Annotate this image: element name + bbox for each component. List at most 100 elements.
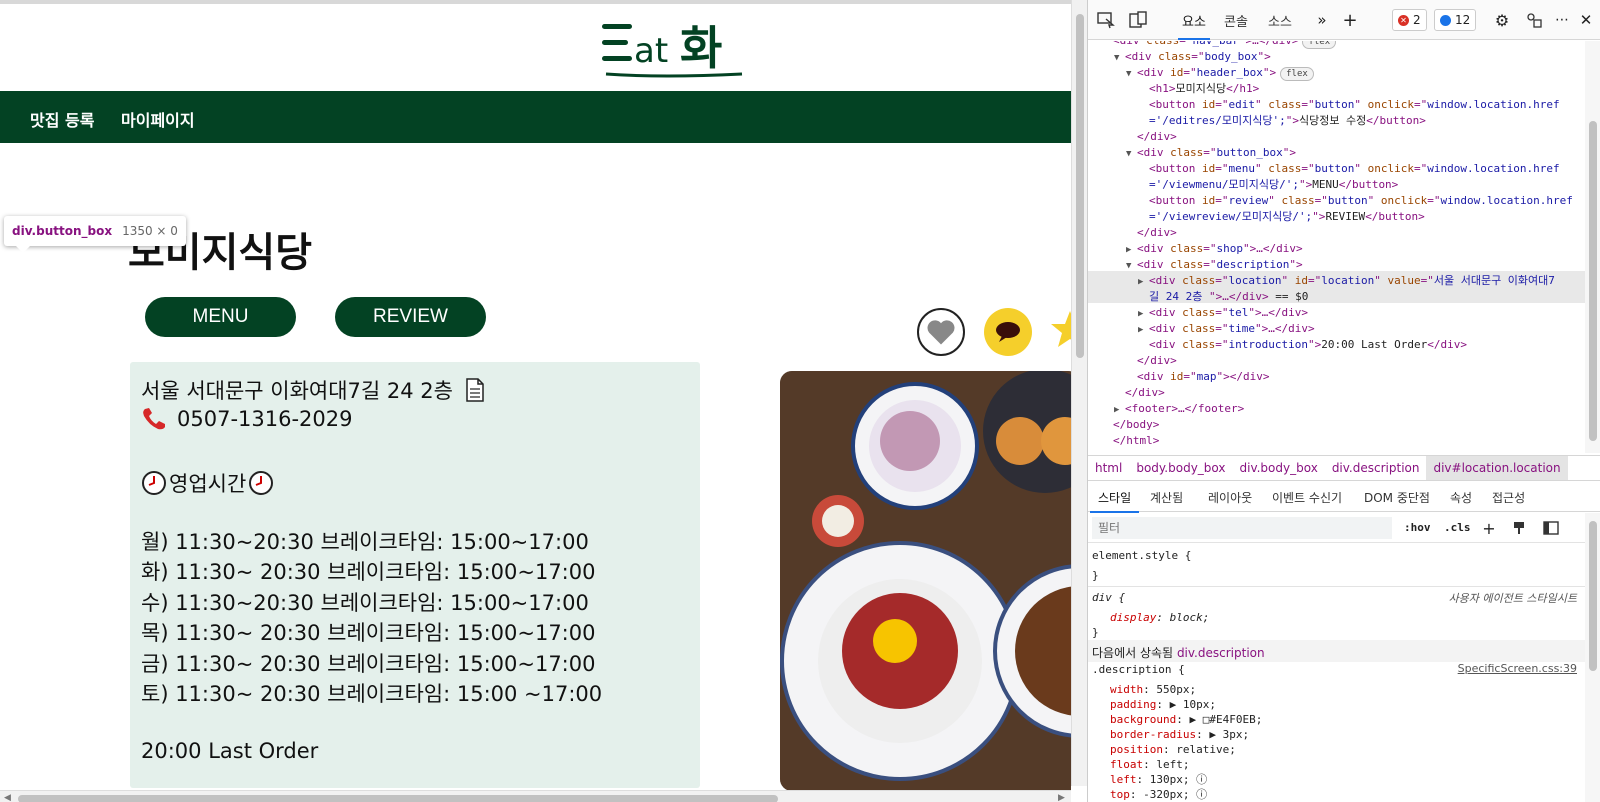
page-vertical-scroll-thumb[interactable] <box>1076 14 1084 358</box>
customize-icon[interactable] <box>1524 10 1544 30</box>
css-property-row[interactable]: top: -320px; ⓘ <box>1110 787 1207 802</box>
css-property-row[interactable]: padding: ▶ 10px; <box>1110 697 1216 712</box>
tab-properties[interactable]: 속성 <box>1450 489 1472 506</box>
dom-node-line[interactable]: ▶ <div class="location" id="location" val… <box>1138 273 1555 289</box>
eat-logo[interactable]: at 화 <box>602 18 752 82</box>
dom-node-line[interactable]: ▼ <div id="header_box"> flex <box>1126 65 1314 81</box>
expand-toggle-icon[interactable]: ▶ <box>1126 242 1137 258</box>
paint-brush-icon[interactable] <box>1510 519 1528 537</box>
tab-event-listeners[interactable]: 이벤트 수신기 <box>1272 489 1342 506</box>
page-vertical-scrollbar[interactable] <box>1071 0 1087 786</box>
hover-state-toggle[interactable]: :hov <box>1404 521 1431 534</box>
breadcrumb-item-selected[interactable]: div#location.location <box>1426 456 1568 480</box>
scroll-right-icon[interactable]: ▶ <box>1058 793 1065 802</box>
styles-filter-input[interactable] <box>1092 517 1392 539</box>
rule-source-link[interactable]: SpecificScreen.css:39 <box>1458 662 1577 675</box>
dom-node-line[interactable]: </div> <box>1114 385 1165 401</box>
tab-computed[interactable]: 계산됨 <box>1150 489 1183 506</box>
flex-badge[interactable]: flex <box>1302 41 1337 49</box>
dom-tree-scrollbar[interactable] <box>1585 41 1600 453</box>
css-property-row[interactable]: width: 550px; <box>1110 682 1196 697</box>
tab-sources[interactable]: 소스 <box>1268 11 1292 30</box>
dom-node-line[interactable]: ▶ <div class="time">…</div> <box>1138 321 1315 337</box>
dom-node-line[interactable]: </html> <box>1102 433 1159 449</box>
review-chat-button[interactable] <box>984 308 1032 356</box>
expand-toggle-icon[interactable]: ▶ <box>1138 322 1149 338</box>
settings-gear-icon[interactable]: ⚙ <box>1492 10 1512 30</box>
expand-toggle-icon[interactable]: ▶ <box>1114 402 1125 418</box>
dom-node-line[interactable]: ▶ <footer>…</footer> <box>1114 401 1244 417</box>
expand-toggle-icon[interactable]: ▼ <box>1126 146 1137 162</box>
dom-node-line[interactable]: ='/viewreview/모미지식당/';">REVIEW</button> <box>1138 209 1425 225</box>
horizontal-scroll-thumb[interactable] <box>18 795 778 802</box>
star-icon[interactable] <box>1050 307 1071 351</box>
breadcrumb-item[interactable]: html <box>1088 456 1129 480</box>
expand-toggle-icon[interactable]: ▶ <box>1138 306 1149 322</box>
class-toggle[interactable]: .cls <box>1444 521 1471 534</box>
like-button[interactable] <box>917 308 965 356</box>
dom-node-line[interactable]: <div id="map"></div> <box>1126 369 1269 385</box>
breadcrumb-item[interactable]: body.body_box <box>1129 456 1232 480</box>
dom-node-line[interactable]: ▼ <div class="description"> <box>1126 257 1303 273</box>
css-property-row[interactable]: left: 130px; ⓘ <box>1110 772 1207 787</box>
dom-node-line[interactable]: ='/editres/모미지식당';">식당정보 수정</button> <box>1138 113 1426 129</box>
dom-node-line[interactable]: ='/viewmenu/모미지식당/';">MENU</button> <box>1138 177 1398 193</box>
menu-button[interactable]: MENU <box>145 297 296 337</box>
more-options-icon[interactable]: ⋯ <box>1552 10 1572 30</box>
copy-document-icon[interactable] <box>465 378 485 402</box>
styles-scroll-thumb[interactable] <box>1589 521 1597 671</box>
dom-node-line[interactable]: <div class="nav_bar">…</div>flex <box>1102 41 1337 49</box>
dom-node-line[interactable]: <div class="introduction">20:00 Last Ord… <box>1138 337 1467 353</box>
dom-node-line[interactable]: <button id="review" class="button" oncli… <box>1138 193 1573 209</box>
dom-node-line[interactable]: <h1>모미지식당</h1> <box>1138 81 1259 97</box>
dom-node-line[interactable]: 길 24 2층 ">…</div> == $0 <box>1138 289 1308 305</box>
dom-tree-scroll-thumb[interactable] <box>1589 121 1597 441</box>
inherited-from-link[interactable]: div.description <box>1177 646 1265 660</box>
dom-node-line[interactable]: ▼ <div class="body_box"> <box>1114 49 1271 65</box>
css-property-row[interactable]: background: ▶ □#E4F0EB; <box>1110 712 1262 727</box>
horizontal-scrollbar[interactable]: ◀ ▶ <box>0 790 1071 802</box>
dom-node-line[interactable]: </div> <box>1126 225 1177 241</box>
dom-node-line[interactable]: ▶ <div class="shop">…</div> <box>1126 241 1303 257</box>
styles-scrollbar[interactable] <box>1585 513 1600 802</box>
tab-dom-breakpoints[interactable]: DOM 중단점 <box>1364 489 1430 506</box>
add-tab-icon[interactable]: + <box>1340 10 1360 31</box>
expand-toggle-icon[interactable]: ▼ <box>1126 66 1137 82</box>
css-property-row[interactable]: position: relative; <box>1110 742 1236 757</box>
breadcrumb-item[interactable]: div.description <box>1325 456 1427 480</box>
tab-styles[interactable]: 스타일 <box>1089 489 1140 513</box>
css-property-row[interactable]: border-radius: ▶ 3px; <box>1110 727 1249 742</box>
expand-toggle-icon[interactable]: ▼ <box>1114 50 1125 66</box>
dom-node-line[interactable]: ▶ <div class="tel">…</div> <box>1138 305 1308 321</box>
tab-accessibility[interactable]: 접근성 <box>1492 489 1525 506</box>
tab-console[interactable]: 콘솔 <box>1224 11 1248 30</box>
dom-node-line[interactable]: </body> <box>1102 417 1159 433</box>
more-tabs-icon[interactable]: » <box>1312 10 1332 30</box>
tab-elements[interactable]: 요소 <box>1178 11 1210 40</box>
errors-badge[interactable]: ✕ 2 <box>1392 9 1427 31</box>
toggle-sidebar-icon[interactable] <box>1542 519 1560 537</box>
close-icon[interactable]: ✕ <box>1576 10 1596 30</box>
breadcrumb-item[interactable]: div.body_box <box>1233 456 1325 480</box>
description-rule-selector[interactable]: .description { <box>1092 662 1185 677</box>
nav-register-restaurant[interactable]: 맛집 등록 <box>30 107 94 131</box>
flex-badge[interactable]: flex <box>1280 67 1314 81</box>
css-property-row[interactable]: float: left; <box>1110 757 1190 772</box>
add-style-rule-icon[interactable]: + <box>1480 519 1498 538</box>
dom-node-line[interactable]: </div> <box>1126 129 1177 145</box>
dom-node-line[interactable]: ▼ <div class="button_box"> <box>1126 145 1296 161</box>
expand-toggle-icon[interactable]: ▼ <box>1126 258 1137 274</box>
inspect-element-icon[interactable] <box>1096 10 1116 30</box>
dom-node-line[interactable]: <button id="edit" class="button" onclick… <box>1138 97 1560 113</box>
element-style-selector[interactable]: element.style { <box>1092 548 1191 563</box>
expand-toggle-icon[interactable]: ▶ <box>1138 274 1149 290</box>
issues-badge[interactable]: 12 <box>1434 9 1477 31</box>
tab-layout[interactable]: 레이아웃 <box>1208 489 1252 506</box>
nav-mypage[interactable]: 마이페이지 <box>121 107 195 131</box>
scroll-left-icon[interactable]: ◀ <box>4 793 11 802</box>
review-button[interactable]: REVIEW <box>335 297 486 337</box>
dom-node-line[interactable]: <button id="menu" class="button" onclick… <box>1138 161 1560 177</box>
device-toolbar-icon[interactable] <box>1128 10 1148 30</box>
ua-rule-property[interactable]: display: block; <box>1110 610 1209 625</box>
dom-node-line[interactable]: </div> <box>1126 353 1177 369</box>
